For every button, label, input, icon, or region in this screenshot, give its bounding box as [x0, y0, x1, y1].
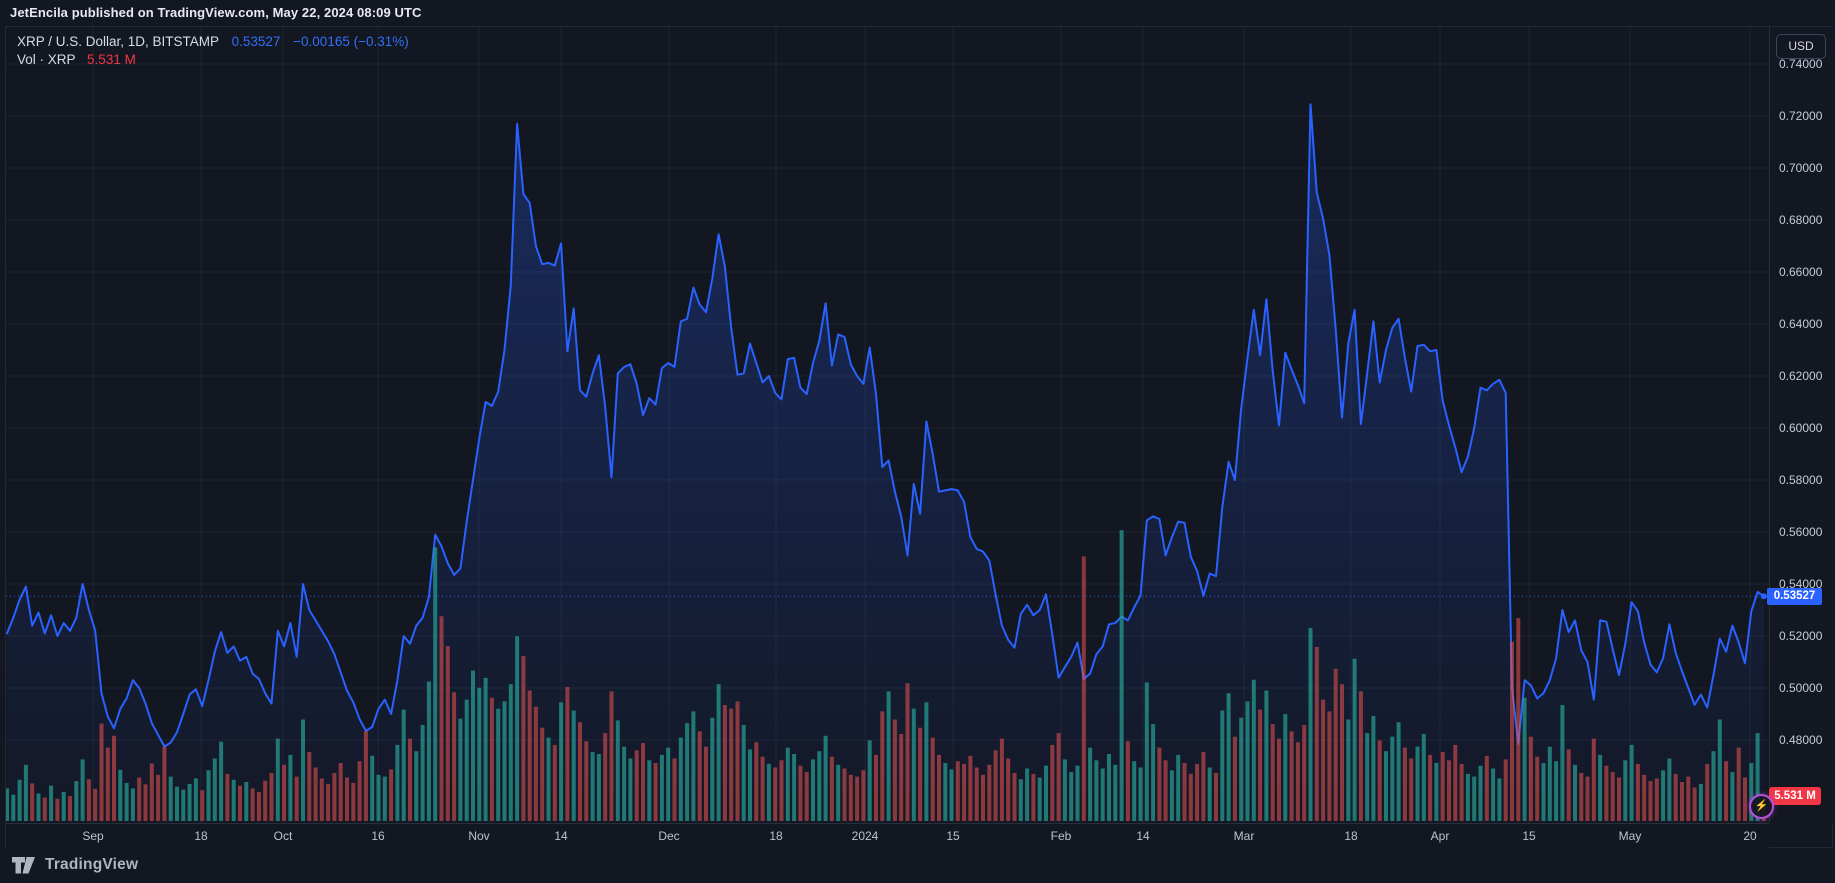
price-axis-label: 0.48000 — [1779, 733, 1823, 747]
tradingview-brand-name: TradingView — [45, 856, 139, 873]
legend-change: −0.00165 (−0.31%) — [293, 34, 409, 49]
time-axis-label: Feb — [1050, 829, 1072, 843]
chart-legend: XRP / U.S. Dollar, 1D, BITSTAMP 0.53527 … — [17, 33, 409, 69]
current-price-axis-label: 0.53527 — [1767, 588, 1822, 606]
time-axis-label: Mar — [1233, 829, 1255, 843]
price-axis-label: 0.58000 — [1779, 473, 1823, 487]
publish-author: JetEncila — [10, 5, 68, 20]
tradingview-published-chart: JetEncila published on TradingView.com, … — [0, 0, 1835, 883]
price-axis-label: 0.56000 — [1779, 525, 1823, 539]
price-axis[interactable]: USD 0.74000 0.72000 0.70000 0.68000 0.66000 0… — [1769, 27, 1833, 823]
price-axis-label: 0.68000 — [1779, 213, 1823, 227]
time-axis-label: Dec — [658, 829, 680, 843]
time-axis-label: Oct — [273, 829, 293, 843]
publish-info: published on TradingView.com, May 22, 20… — [68, 5, 422, 20]
chart-pane: XRP / U.S. Dollar, 1D, BITSTAMP 0.53527 … — [5, 26, 1833, 848]
price-volume-chart[interactable] — [6, 27, 1769, 823]
time-axis-label: 2024 — [851, 829, 879, 843]
time-axis-label: 15 — [946, 829, 960, 843]
price-axis-label: 0.50000 — [1779, 681, 1823, 695]
time-axis-label: 14 — [1136, 829, 1150, 843]
publish-bar: JetEncila published on TradingView.com, … — [0, 0, 1835, 26]
tradingview-footer-link[interactable]: TradingView — [12, 851, 138, 879]
price-axis-label: 0.60000 — [1779, 421, 1823, 435]
time-axis-label: 18 — [769, 829, 783, 843]
tradingview-logo-icon — [12, 856, 35, 873]
flash-badge[interactable]: ⚡ — [1749, 794, 1774, 819]
current-volume-axis-label: 5.531 M — [1769, 786, 1821, 805]
flash-icon: ⚡ — [1754, 800, 1769, 812]
price-axis-label: 0.66000 — [1779, 265, 1823, 279]
price-axis-label: 0.70000 — [1779, 161, 1823, 175]
currency-toggle-button[interactable]: USD — [1776, 34, 1826, 59]
legend-last-price: 0.53527 — [231, 34, 281, 49]
time-axis-label: Apr — [1430, 829, 1450, 843]
price-axis-label: 0.74000 — [1779, 57, 1823, 71]
price-axis-label: 0.72000 — [1779, 109, 1823, 123]
price-axis-label: 0.62000 — [1779, 369, 1823, 383]
legend-symbol[interactable]: XRP / U.S. Dollar, 1D, BITSTAMP — [17, 34, 219, 49]
time-axis[interactable]: Sep 18 Oct 16 Nov 14 Dec 18 2024 15 Feb 14 Mar 18 Apr 1… — [6, 823, 1769, 848]
price-axis-label: 0.52000 — [1779, 629, 1823, 643]
legend-volume-value: 5.531 M — [87, 52, 136, 67]
time-axis-label: 15 — [1522, 829, 1536, 843]
time-axis-label: 16 — [371, 829, 385, 843]
time-axis-label: 18 — [194, 829, 208, 843]
time-axis-label: 20 — [1743, 829, 1757, 843]
time-axis-label: 14 — [554, 829, 568, 843]
legend-volume-label[interactable]: Vol · XRP — [17, 52, 75, 67]
time-axis-label: Sep — [82, 829, 104, 843]
price-axis-label: 0.64000 — [1779, 317, 1823, 331]
time-axis-label: May — [1618, 829, 1642, 843]
time-axis-label: 18 — [1344, 829, 1358, 843]
time-axis-label: Nov — [468, 829, 490, 843]
